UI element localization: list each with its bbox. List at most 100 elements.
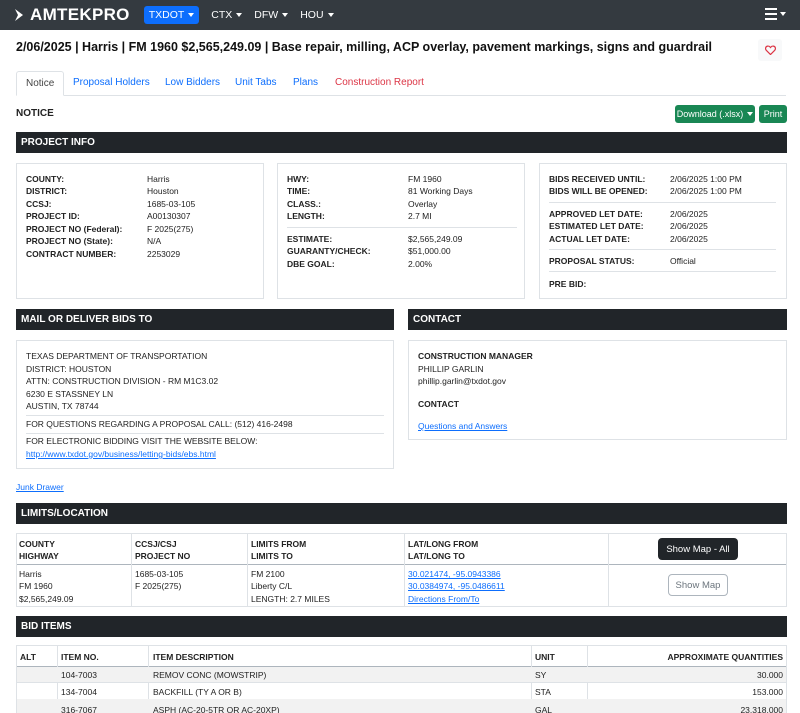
contact-email: phillip.garlin@txdot.gov (418, 376, 507, 386)
county-value: Harris (147, 174, 170, 184)
mail-bids-card: TEXAS DEPARTMENT OF TRANSPORTATION DISTR… (16, 340, 394, 469)
ebs-website-link[interactable]: http://www.txdot.gov/business/letting-bi… (26, 449, 216, 459)
ccsj-label: CCSJ: (26, 199, 52, 209)
proposal-status-value: Official (670, 256, 696, 266)
tab-construction-report[interactable]: Construction Report (335, 71, 424, 96)
length-label: LENGTH: (287, 211, 325, 221)
project-no-federal-label: PROJECT NO (Federal): (26, 224, 123, 234)
caret-down-icon (747, 112, 754, 116)
length-value: 2.7 MI (408, 211, 432, 221)
col-header-item-no: ITEM NO. (61, 652, 99, 662)
county-label: COUNTY: (26, 174, 65, 184)
tab-bar: Notice Proposal Holders Low Bidders Unit… (16, 71, 786, 96)
divider (26, 415, 384, 416)
project-info-card-3: BIDS RECEIVED UNTIL: 2/06/2025 1:00 PM B… (539, 163, 787, 299)
nav-ctx[interactable]: CTX (211, 9, 243, 21)
approved-let-date-value: 2/06/2025 (670, 209, 708, 219)
col-header-highway: HIGHWAY (19, 551, 59, 561)
nav-hou[interactable]: HOU (300, 9, 334, 21)
column-divider (247, 534, 248, 606)
tab-plans[interactable]: Plans (293, 71, 318, 96)
download-xlsx-button[interactable]: Download (.xlsx) (675, 105, 755, 123)
col-header-project-no: PROJECT NO (135, 551, 191, 561)
divider (549, 202, 776, 203)
bids-received-label: BIDS RECEIVED UNTIL: (549, 174, 646, 184)
notice-heading: NOTICE (16, 108, 54, 119)
address-line: AUSTIN, TX 78744 (26, 401, 99, 411)
bid-items-table: ALT ITEM NO. ITEM DESCRIPTION UNIT APPRO… (16, 645, 787, 713)
divider (287, 227, 517, 228)
favorite-button[interactable] (758, 39, 782, 61)
tab-unit-tabs[interactable]: Unit Tabs (235, 71, 277, 96)
menu-button[interactable] (765, 8, 786, 23)
latlong-to-link[interactable]: 30.0384974, -95.0486611 (408, 581, 505, 591)
county-cell: Harris (19, 569, 42, 579)
brand-logo[interactable]: AMTEKPRO (14, 5, 130, 25)
project-no-cell: F 2025(275) (135, 581, 182, 591)
description-cell: ASPH (AC-20-5TR OR AC-20XP) (153, 705, 280, 713)
nav-dfw[interactable]: DFW (254, 9, 289, 21)
questions-phone: FOR QUESTIONS REGARDING A PROPOSAL CALL:… (26, 419, 293, 429)
estimated-let-date-value: 2/06/2025 (670, 221, 708, 231)
heart-icon (764, 45, 776, 55)
guaranty-value: $51,000.00 (408, 246, 451, 256)
approved-let-date-label: APPROVED LET DATE: (549, 209, 643, 219)
district-value: Houston (147, 186, 179, 196)
contract-number-value: 2253029 (147, 249, 181, 259)
tab-notice[interactable]: Notice (16, 71, 65, 96)
show-map-button[interactable]: Show Map (668, 574, 728, 596)
contract-number-label: CONTRACT NUMBER: (26, 249, 117, 259)
caret-down-icon (282, 13, 289, 17)
contact-header: CONTACT (408, 309, 787, 330)
latlong-from-link[interactable]: 30.021474, -95.0943386 (408, 569, 501, 579)
address-line: DISTRICT: HOUSTON (26, 364, 112, 374)
unit-cell: GAL (535, 705, 553, 713)
col-header-county: COUNTY (19, 539, 55, 549)
col-header-quantities: APPROXIMATE QUANTITIES (667, 652, 783, 662)
caret-down-icon (236, 13, 243, 17)
chevron-right-icon (15, 9, 23, 21)
address-line: ATTN: CONSTRUCTION DIVISION - RM M1C3.02 (26, 376, 219, 386)
tab-low-bidders[interactable]: Low Bidders (165, 71, 220, 96)
limits-location-header: LIMITS/LOCATION (16, 503, 787, 524)
table-header-divider (17, 564, 786, 565)
address-line: TEXAS DEPARTMENT OF TRANSPORTATION (26, 351, 208, 361)
mail-bids-header: MAIL OR DELIVER BIDS TO (16, 309, 394, 330)
actual-let-date-label: ACTUAL LET DATE: (549, 234, 630, 244)
junk-drawer-link[interactable]: Junk Drawer (16, 482, 64, 492)
project-no-state-label: PROJECT NO (State): (26, 236, 113, 246)
ccsj-value: 1685-03-105 (147, 199, 196, 209)
project-no-state-value: N/A (147, 236, 162, 246)
contact-card: CONSTRUCTION MANAGER PHILLIP GARLIN phil… (408, 340, 787, 440)
bids-opened-value: 2/06/2025 1:00 PM (670, 186, 742, 196)
address-line: 6230 E STASSNEY LN (26, 389, 114, 399)
print-button[interactable]: Print (759, 105, 787, 123)
class-label: CLASS.: (287, 199, 321, 209)
guaranty-label: GUARANTY/CHECK: (287, 246, 371, 256)
table-row (17, 667, 786, 682)
questions-and-answers-link[interactable]: Questions and Answers (418, 421, 507, 431)
dbe-goal-value: 2.00% (408, 259, 433, 269)
show-map-all-button[interactable]: Show Map - All (658, 538, 738, 560)
limits-to-cell: Liberty C/L (251, 581, 293, 591)
col-header-unit: UNIT (535, 652, 555, 662)
unit-cell: STA (535, 687, 551, 697)
nav-txdot[interactable]: TXDOT (143, 6, 200, 24)
col-header-alt: ALT (20, 652, 36, 662)
tab-proposal-holders[interactable]: Proposal Holders (73, 71, 150, 96)
project-id-label: PROJECT ID: (26, 211, 80, 221)
caret-down-icon (327, 13, 334, 17)
unit-cell: SY (535, 670, 547, 680)
ccsj-cell: 1685-03-105 (135, 569, 184, 579)
project-id-value: A00130307 (147, 211, 191, 221)
quantity-cell: 23,318.000 (740, 705, 783, 713)
column-divider (404, 534, 405, 606)
item-no-cell: 104-7003 (61, 670, 97, 680)
quantity-cell: 153.000 (752, 687, 783, 697)
hwy-value: FM 1960 (408, 174, 442, 184)
directions-link[interactable]: Directions From/To (408, 594, 479, 604)
highway-cell: FM 1960 (19, 581, 53, 591)
dbe-goal-label: DBE GOAL: (287, 259, 335, 269)
divider (549, 249, 776, 250)
col-header-latlong-to: LAT/LONG TO (408, 551, 465, 561)
